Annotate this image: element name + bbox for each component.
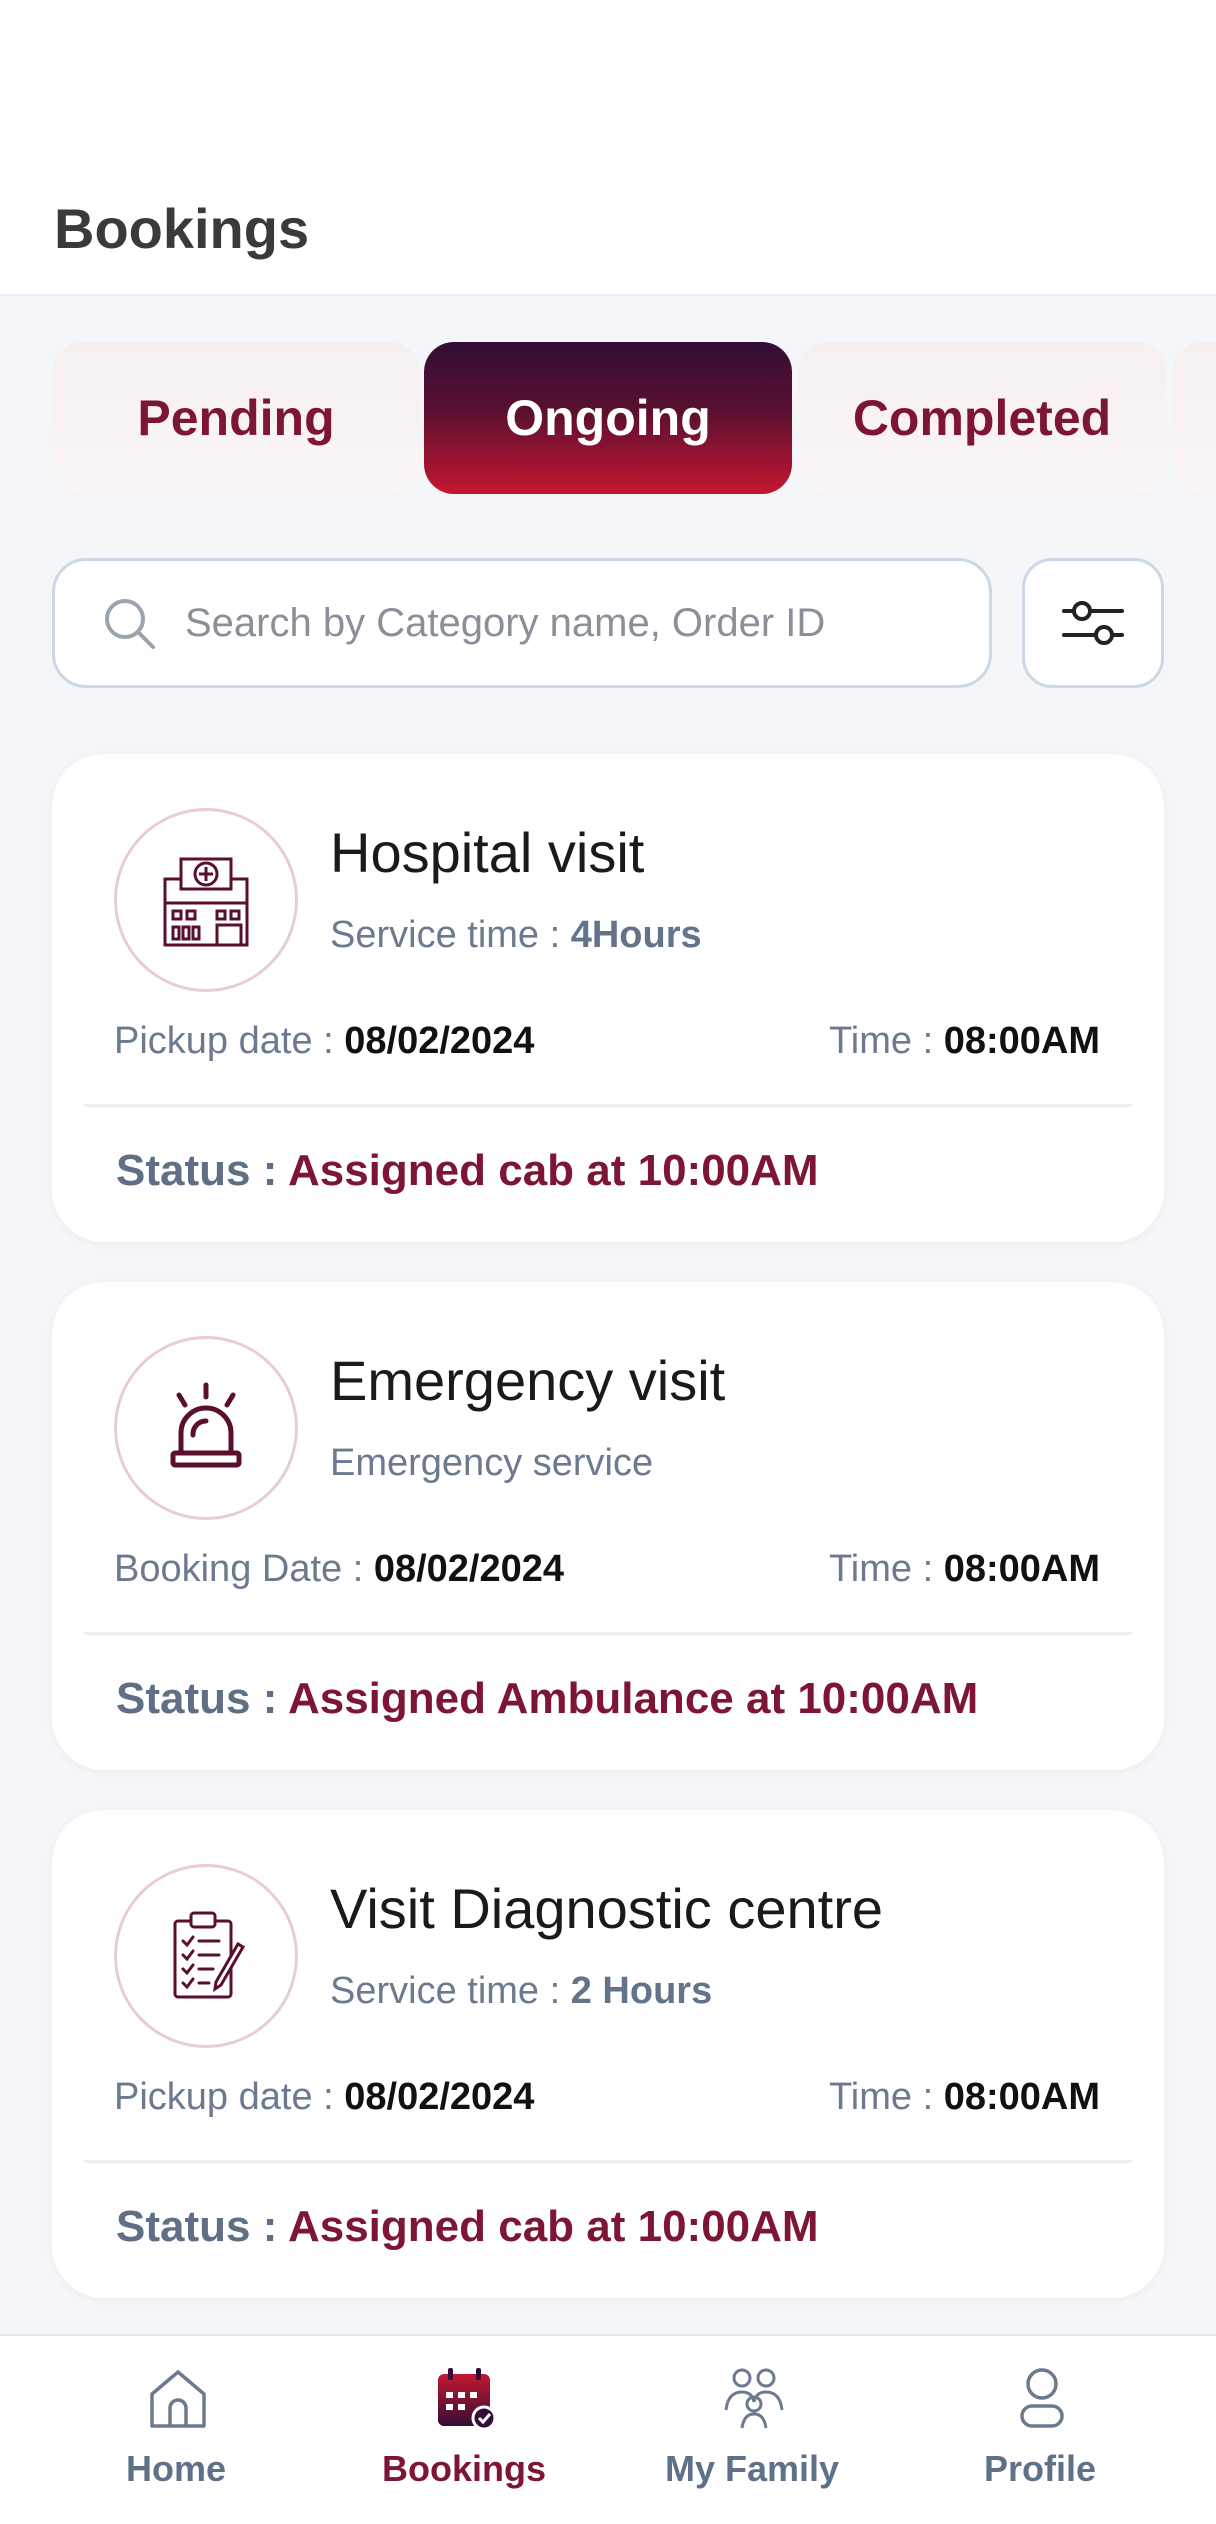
nav-my-family[interactable]: My Family — [612, 2336, 892, 2524]
card-divider — [84, 1104, 1132, 1107]
nav-home[interactable]: Home — [36, 2336, 316, 2524]
booking-title: Visit Diagnostic centre — [330, 1877, 883, 1940]
booking-service-type: Emergency service — [330, 1442, 654, 1484]
tab-ongoing[interactable]: Ongoing — [424, 342, 792, 494]
search-input[interactable] — [185, 561, 965, 685]
home-icon — [150, 2370, 206, 2428]
filter-button[interactable] — [1022, 558, 1164, 688]
calendar-icon — [438, 2368, 497, 2431]
nav-home-label: Home — [125, 2448, 227, 2489]
nav-profile[interactable]: Profile — [900, 2336, 1180, 2524]
booking-time: Time : 08:00AM — [828, 1548, 1100, 1590]
booking-service-time: Service time : 2 Hours — [330, 1970, 713, 2012]
tab-pending[interactable]: Pending — [52, 342, 420, 494]
page-title: Bookings — [54, 197, 310, 260]
booking-title: Emergency visit — [330, 1349, 726, 1412]
booking-time: Time : 08:00AM — [828, 1020, 1100, 1062]
nav-bookings-label: Bookings — [381, 2448, 546, 2489]
clipboard-icon — [114, 1864, 298, 2048]
booking-service-time: Service time : 4Hours — [330, 914, 702, 956]
booking-status: Status : Assigned cab at 10:00AM — [116, 1146, 819, 1195]
hospital-icon — [114, 808, 298, 992]
tab-overflow[interactable] — [1172, 342, 1216, 494]
booking-time: Time : 08:00AM — [828, 2076, 1100, 2118]
booking-date: Booking Date : 08/02/2024 — [114, 1548, 565, 1590]
bottom-nav: Home Bookings My Family Profile — [0, 2334, 1216, 2524]
booking-title: Hospital visit — [330, 821, 645, 884]
booking-date: Pickup date : 08/02/2024 — [114, 2076, 535, 2118]
status-tabs: Pending Ongoing Completed — [52, 342, 1216, 494]
nav-profile-label: Profile — [983, 2448, 1097, 2489]
booking-status: Status : Assigned cab at 10:00AM — [116, 2202, 819, 2251]
app-header: Bookings — [0, 0, 1216, 296]
nav-bookings[interactable]: Bookings — [324, 2336, 604, 2524]
search-icon — [105, 599, 155, 649]
tab-completed[interactable]: Completed — [798, 342, 1166, 494]
nav-my-family-label: My Family — [664, 2448, 840, 2489]
siren-icon — [114, 1336, 298, 1520]
booking-status: Status : Assigned Ambulance at 10:00AM — [116, 1674, 979, 1723]
card-divider — [84, 1632, 1132, 1635]
search-box[interactable] — [52, 558, 992, 688]
booking-card[interactable]: Hospital visit Service time : 4Hours Pic… — [52, 754, 1164, 1242]
booking-card[interactable]: Visit Diagnostic centre Service time : 2… — [52, 1810, 1164, 2298]
booking-card[interactable]: Emergency visit Emergency service Bookin… — [52, 1282, 1164, 1770]
profile-icon — [1020, 2368, 1064, 2428]
booking-date: Pickup date : 08/02/2024 — [114, 1020, 535, 1062]
family-icon — [724, 2368, 784, 2429]
sliders-icon — [1062, 601, 1124, 645]
card-divider — [84, 2160, 1132, 2163]
